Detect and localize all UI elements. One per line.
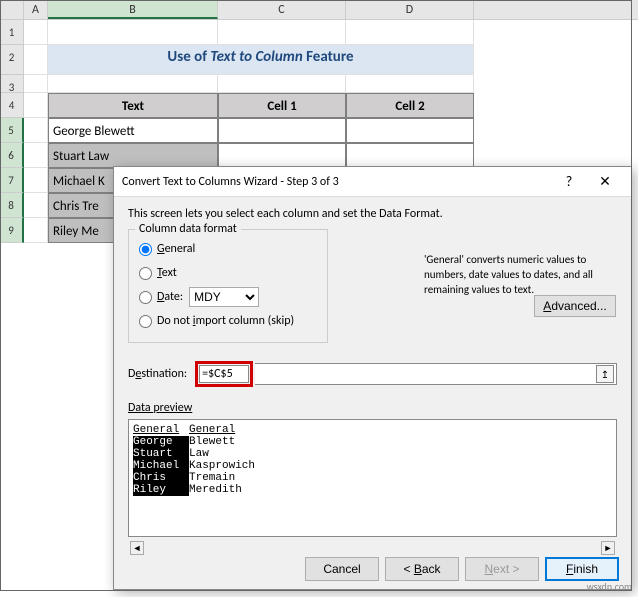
row-header-7[interactable]: 7 bbox=[0, 168, 24, 193]
header-cell1[interactable]: Cell 1 bbox=[218, 93, 346, 118]
date-format-select[interactable]: MDY bbox=[189, 287, 259, 307]
title-prefix: Use of bbox=[167, 48, 210, 66]
preview-header-row: GeneralGeneral bbox=[133, 424, 612, 436]
row-header-3[interactable]: 3 bbox=[0, 75, 24, 93]
row-header-9[interactable]: 9 bbox=[0, 218, 24, 243]
preview-rows: GeorgeBlewett StuartLaw MichaelKasprowic… bbox=[133, 436, 612, 496]
column-data-format-group: Column data format General Text Date: MD… bbox=[128, 229, 328, 343]
advanced-button[interactable]: Advanced... bbox=[534, 295, 616, 317]
back-button[interactable]: < Back bbox=[385, 557, 459, 581]
radio-date[interactable]: Date: bbox=[139, 290, 183, 304]
next-button[interactable]: Next > bbox=[465, 557, 539, 581]
header-text[interactable]: Text bbox=[48, 93, 218, 118]
select-all-corner[interactable] bbox=[0, 0, 24, 19]
close-button[interactable]: ✕ bbox=[587, 170, 623, 194]
column-headers: A B C D bbox=[0, 0, 638, 20]
dialog-titlebar[interactable]: Convert Text to Columns Wizard - Step 3 … bbox=[114, 167, 631, 197]
row-header-8[interactable]: 8 bbox=[0, 193, 24, 218]
format-hint-text: 'General' converts numeric values to num… bbox=[424, 253, 624, 298]
scroll-left-icon[interactable]: ◄ bbox=[130, 541, 144, 555]
finish-button[interactable]: Finish bbox=[545, 557, 619, 581]
row-header-6[interactable]: 6 bbox=[0, 143, 24, 168]
destination-input[interactable] bbox=[199, 365, 249, 383]
cancel-button[interactable]: Cancel bbox=[305, 557, 379, 581]
dialog-description: This screen lets you select each column … bbox=[128, 207, 617, 221]
row-header-1[interactable]: 1 bbox=[0, 20, 24, 45]
scroll-right-icon[interactable]: ► bbox=[601, 541, 615, 555]
row-header-4[interactable]: 4 bbox=[0, 93, 24, 118]
row-header-2[interactable]: 2 bbox=[0, 45, 24, 75]
col-header-d[interactable]: D bbox=[346, 0, 474, 19]
radio-text[interactable]: Text bbox=[139, 262, 317, 284]
fieldset-legend: Column data format bbox=[135, 222, 241, 236]
collapse-dialog-icon[interactable]: ↥ bbox=[596, 365, 614, 383]
data-b5[interactable]: George Blewett bbox=[48, 118, 218, 143]
row-header-5[interactable]: 5 bbox=[0, 118, 24, 143]
title-cell[interactable]: Use of Text to Column Feature bbox=[48, 45, 474, 75]
destination-field-extend[interactable]: ↥ bbox=[255, 363, 617, 385]
title-em: Text to Column bbox=[210, 48, 302, 66]
col-header-a[interactable]: A bbox=[24, 0, 48, 19]
dialog-title: Convert Text to Columns Wizard - Step 3 … bbox=[122, 175, 551, 189]
radio-general[interactable]: General bbox=[139, 238, 317, 260]
data-preview-box[interactable]: GeneralGeneral GeorgeBlewett StuartLaw M… bbox=[128, 419, 617, 537]
watermark: wsxdn.com bbox=[587, 580, 632, 593]
col-header-c[interactable]: C bbox=[218, 0, 346, 19]
title-suffix: Feature bbox=[303, 48, 354, 66]
data-preview-label: Data preview bbox=[128, 401, 617, 415]
header-cell2[interactable]: Cell 2 bbox=[346, 93, 474, 118]
text-to-columns-dialog: Convert Text to Columns Wizard - Step 3 … bbox=[113, 166, 632, 590]
col-header-b[interactable]: B bbox=[48, 0, 218, 19]
help-button[interactable]: ? bbox=[551, 170, 587, 194]
preview-scrollbar[interactable]: ◄ ► bbox=[128, 537, 617, 555]
destination-highlight bbox=[195, 361, 253, 387]
data-b6[interactable]: Stuart Law bbox=[48, 143, 218, 168]
destination-label: Destination: bbox=[128, 367, 187, 381]
radio-skip[interactable]: Do not import column (skip) bbox=[139, 310, 317, 332]
